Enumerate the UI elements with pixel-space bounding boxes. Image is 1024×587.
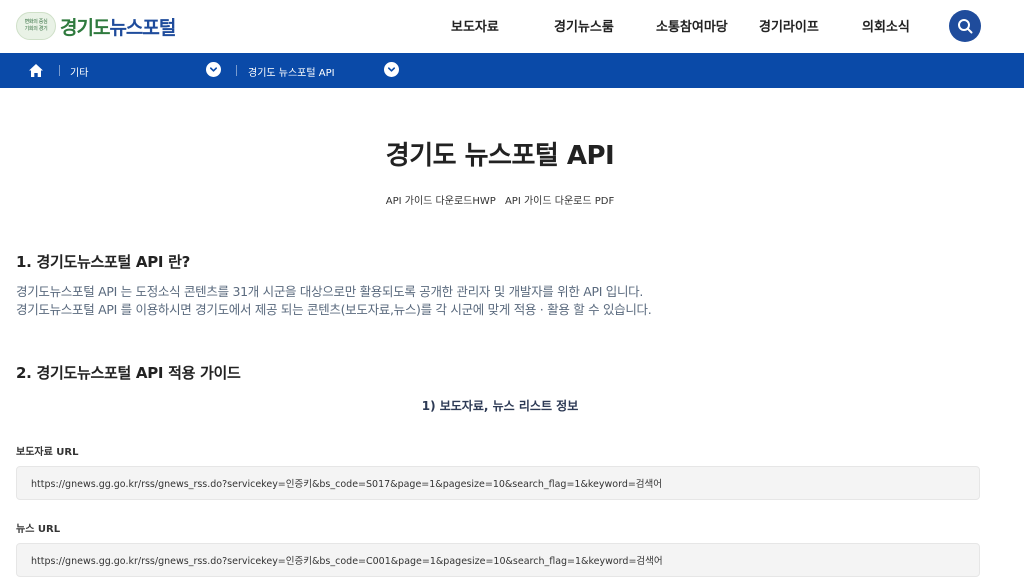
section-title-guide: 2. 경기도뉴스포털 API 적용 가이드 (16, 364, 241, 382)
breadcrumb-item-etc[interactable]: 기타 (70, 64, 88, 79)
home-icon[interactable] (28, 63, 44, 78)
breadcrumb-divider (236, 65, 237, 76)
press-release-url-label: 보도자료 URL (16, 447, 79, 458)
search-button[interactable] (949, 10, 981, 42)
page-title: 경기도 뉴스포털 API (385, 141, 615, 171)
press-release-url-box[interactable]: https://gnews.gg.go.kr/rss/gnews_rss.do?… (16, 466, 980, 500)
intro-line: 경기도뉴스포털 API 는 도정소식 콘텐츠를 31개 시군을 대상으로만 활용… (16, 284, 644, 299)
guide-downloads: API 가이드 다운로드HWP API 가이드 다운로드 PDF (0, 192, 1000, 207)
section-title-intro: 1. 경기도뉴스포털 API 란? (16, 253, 190, 271)
breadcrumb-item-api[interactable]: 경기도 뉴스포털 API (248, 64, 335, 79)
news-url-label: 뉴스 URL (16, 524, 61, 535)
nav-item-participation[interactable]: 소통참여마당 (656, 16, 728, 35)
breadcrumb-divider (59, 65, 60, 76)
nav-item-council[interactable]: 의회소식 (862, 16, 910, 35)
download-hwp-link[interactable]: API 가이드 다운로드HWP (386, 196, 496, 207)
logo-text: 경기도뉴스포털 (60, 16, 176, 39)
search-icon (958, 19, 973, 34)
intro-line: 경기도뉴스포털 API 를 이용하시면 경기도에서 제공 되는 콘텐츠(보도자료… (16, 302, 652, 317)
logo-seal: 변화의 중심 기회의 경기 (16, 12, 56, 40)
breadcrumb-dropdown-button[interactable] (206, 62, 221, 77)
nav-item-press-release[interactable]: 보도자료 (451, 16, 499, 35)
site-logo[interactable]: 변화의 중심 기회의 경기 경기도뉴스포털 (16, 10, 176, 42)
news-url-box[interactable]: https://gnews.gg.go.kr/rss/gnews_rss.do?… (16, 543, 980, 577)
breadcrumb-dropdown-button[interactable] (384, 62, 399, 77)
chevron-down-icon (209, 67, 218, 72)
intro-description: 경기도뉴스포털 API 는 도정소식 콘텐츠를 31개 시군을 대상으로만 활용… (16, 283, 652, 319)
nav-item-life[interactable]: 경기라이프 (759, 16, 819, 35)
chevron-down-icon (387, 67, 396, 72)
subsection-title: 1) 보도자료, 뉴스 리스트 정보 (421, 399, 579, 413)
breadcrumb: 기타 경기도 뉴스포털 API (0, 53, 1024, 88)
download-pdf-link[interactable]: API 가이드 다운로드 PDF (505, 196, 614, 207)
site-header: 변화의 중심 기회의 경기 경기도뉴스포털 보도자료 경기뉴스룸 소통참여마당 … (0, 0, 1024, 53)
nav-item-newsroom[interactable]: 경기뉴스룸 (554, 16, 614, 35)
